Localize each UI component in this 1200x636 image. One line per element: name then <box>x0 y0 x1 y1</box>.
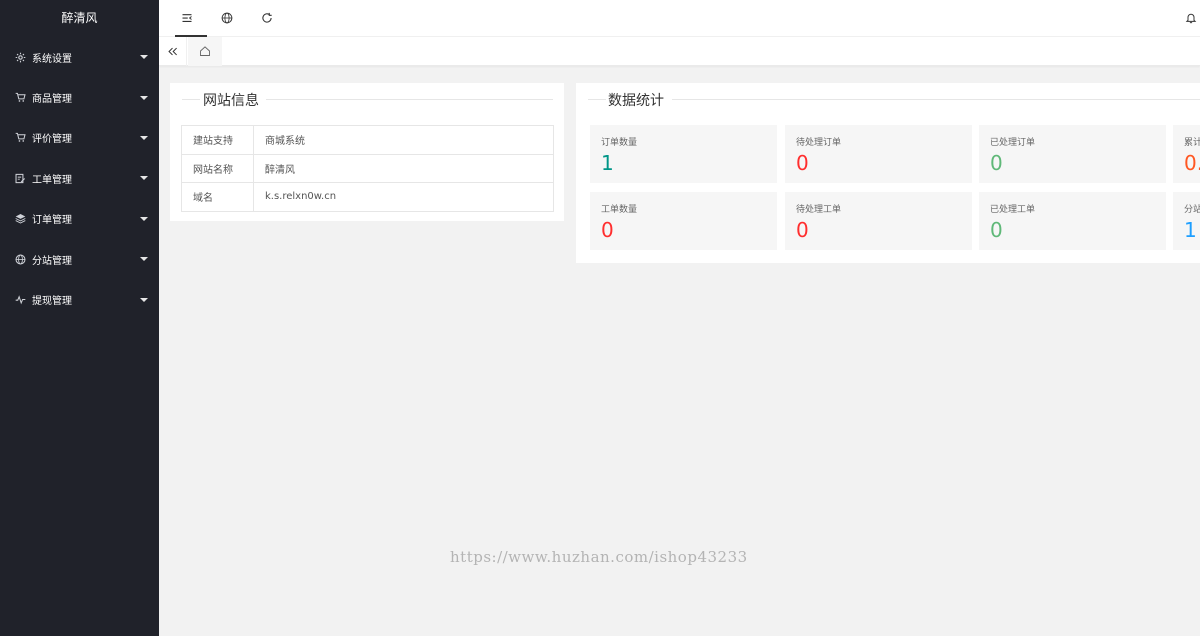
sidebar-item-label: 订单管理 <box>32 215 72 227</box>
chevron-down-icon <box>140 297 148 302</box>
chevron-down-icon <box>140 55 148 60</box>
sidebar-item-products[interactable]: 商品管理 <box>0 77 159 117</box>
table-cell-key: 建站支持 <box>181 125 254 155</box>
sidebar-item-orders[interactable]: 订单管理 <box>0 199 159 239</box>
sidebar-item-label: 分站管理 <box>32 255 72 267</box>
sidebar-item-label: 提现管理 <box>32 296 72 308</box>
sidebar-item-tickets[interactable]: 工单管理 <box>0 158 159 198</box>
chevron-down-icon <box>140 135 148 140</box>
stat-order-count: 订单数量 1 <box>590 125 777 183</box>
stat-label: 待处理工单 <box>796 205 842 215</box>
top-header <box>159 0 1200 37</box>
globe-icon <box>14 253 26 265</box>
stat-value: 0 <box>796 218 809 242</box>
notifications-button[interactable] <box>1171 0 1200 37</box>
sidebar-item-label: 商品管理 <box>32 94 72 106</box>
stat-label: 订单数量 <box>601 138 638 148</box>
stat-pending-orders: 待处理订单 0 <box>785 125 972 183</box>
toggle-sidebar-button[interactable] <box>167 0 207 37</box>
site-info-legend: 网站信息 <box>170 90 564 110</box>
stat-substations: 分站 1 <box>1173 192 1200 250</box>
table-cell-value: 商城系统 <box>253 125 554 155</box>
site-info-table: 建站支持 商城系统 网站名称 醉清风 域名 k.s.relxn0w.cn <box>181 125 554 212</box>
stat-value: 0 <box>990 151 1003 175</box>
stats-card: 数据统计 订单数量 1 待处理订单 0 已处理订单 0 累计 0. 工单数量 0… <box>576 83 1200 263</box>
pulse-icon <box>14 294 26 306</box>
sidebar-item-reviews[interactable]: 评价管理 <box>0 118 159 158</box>
cart-icon <box>14 132 26 144</box>
stat-processed-tickets: 已处理工单 0 <box>979 192 1166 250</box>
stat-label: 待处理订单 <box>796 138 842 148</box>
double-left-icon <box>167 42 178 61</box>
sidebar-item-withdrawals[interactable]: 提现管理 <box>0 279 159 319</box>
layers-icon <box>14 213 26 225</box>
stat-label: 累计 <box>1184 138 1200 148</box>
stat-value: 0. <box>1184 151 1200 175</box>
edit-icon <box>14 172 26 184</box>
table-cell-value: k.s.relxn0w.cn <box>253 182 554 212</box>
stat-processed-orders: 已处理订单 0 <box>979 125 1166 183</box>
chevron-down-icon <box>140 257 148 262</box>
site-info-card: 网站信息 建站支持 商城系统 网站名称 醉清风 域名 k.s.relxn0w.c… <box>170 83 564 221</box>
table-row: 建站支持 商城系统 <box>181 125 554 155</box>
table-row: 域名 k.s.relxn0w.cn <box>181 182 554 212</box>
sidebar-item-system-settings[interactable]: 系统设置 <box>0 37 159 77</box>
table-cell-value: 醉清风 <box>253 153 554 183</box>
tab-home[interactable] <box>188 37 222 66</box>
stat-label: 已处理工单 <box>990 205 1036 215</box>
stat-label: 分站 <box>1184 205 1200 215</box>
home-icon <box>199 42 211 61</box>
website-button[interactable] <box>207 0 247 37</box>
sidebar-item-label: 系统设置 <box>32 53 72 65</box>
stat-value: 0 <box>601 218 614 242</box>
refresh-icon <box>261 9 273 28</box>
watermark-text: https://www.huzhan.com/ishop43233 <box>450 548 748 566</box>
stat-label: 已处理订单 <box>990 138 1036 148</box>
sidebar-item-label: 工单管理 <box>32 174 72 186</box>
sidebar-item-substations[interactable]: 分站管理 <box>0 239 159 279</box>
table-row: 网站名称 醉清风 <box>181 153 554 183</box>
menu-fold-icon <box>181 9 193 28</box>
stat-value: 1 <box>1184 218 1197 242</box>
stat-ticket-count: 工单数量 0 <box>590 192 777 250</box>
chevron-down-icon <box>140 95 148 100</box>
stats-legend: 数据统计 <box>576 90 1200 110</box>
stat-value: 1 <box>601 151 614 175</box>
stat-label: 工单数量 <box>601 205 638 215</box>
refresh-button[interactable] <box>247 0 287 37</box>
bell-icon <box>1185 9 1197 28</box>
chevron-down-icon <box>140 216 148 221</box>
sidebar: 醉清风 系统设置 商品管理 评价管理 工单管理 订单管理 分站管理 提现管理 <box>0 0 159 636</box>
globe-icon <box>221 9 233 28</box>
site-info-title: 网站信息 <box>203 93 259 109</box>
table-cell-key: 域名 <box>181 182 254 212</box>
stat-pending-tickets: 待处理工单 0 <box>785 192 972 250</box>
brand-title[interactable]: 醉清风 <box>0 0 159 37</box>
stat-value: 0 <box>796 151 809 175</box>
sidebar-item-label: 评价管理 <box>32 134 72 146</box>
stats-title: 数据统计 <box>608 93 664 109</box>
stat-cumulative: 累计 0. <box>1173 125 1200 183</box>
chevron-down-icon <box>140 176 148 181</box>
table-cell-key: 网站名称 <box>181 153 254 183</box>
tabs-bar <box>159 37 1200 66</box>
stat-value: 0 <box>990 218 1003 242</box>
tab-scroll-left-button[interactable] <box>159 37 187 66</box>
gear-icon <box>14 51 26 63</box>
cart-icon <box>14 92 26 104</box>
